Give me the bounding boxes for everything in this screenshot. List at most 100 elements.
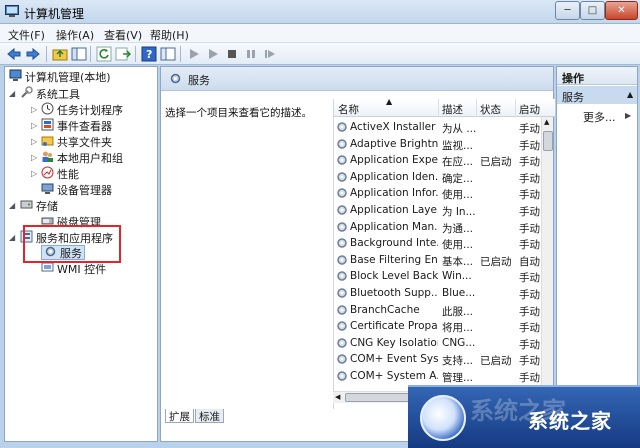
table-row[interactable]: CNG Key Isolation CNG... 手动 — [334, 335, 555, 352]
service-description: 为 In... — [442, 206, 476, 218]
title-bar: 计算机管理 ─ □ ✕ — [0, 0, 640, 24]
expand-arrow-icon[interactable]: ▷ — [31, 121, 37, 130]
column-divider[interactable] — [515, 99, 516, 117]
svg-text:?: ? — [146, 48, 152, 61]
export-list-icon[interactable] — [115, 46, 131, 62]
maximize-button[interactable]: □ — [580, 1, 605, 20]
expand-arrow-icon[interactable]: ▷ — [31, 137, 37, 146]
toolbar: ? — [0, 43, 640, 65]
tree-item-performance[interactable]: 性能 — [41, 166, 79, 181]
service-name: Application Infor... — [350, 187, 438, 200]
scroll-thumb[interactable] — [543, 131, 553, 151]
collapse-arrow-icon[interactable]: ◢ — [9, 233, 15, 242]
computer-icon — [9, 69, 22, 81]
menu-action[interactable]: 操作(A) — [56, 27, 94, 43]
table-row[interactable]: Adaptive Brightn...监视...手动 — [334, 136, 555, 153]
tree-item-device-manager[interactable]: 设备管理器 — [41, 182, 112, 197]
service-status: 已启动 — [480, 355, 512, 368]
tree-item-system-tools[interactable]: 系统工具 — [20, 86, 80, 101]
tree-label: 事件查看器 — [57, 120, 112, 133]
service-status: 已启动 — [480, 255, 512, 268]
pause-service-icon[interactable] — [243, 46, 259, 62]
table-row[interactable]: Application Expe...在应...已启动手动 — [334, 152, 555, 169]
collapse-arrow-icon[interactable]: ◢ — [9, 89, 15, 98]
sort-arrow-icon: ▲ — [386, 99, 393, 106]
shared-folder-icon — [41, 136, 54, 146]
tree-item-shared-folders[interactable]: 共享文件夹 — [41, 134, 112, 149]
table-row[interactable]: Application Laye... 为 In... 手动 — [334, 202, 555, 219]
performance-icon — [41, 166, 54, 179]
more-actions-link[interactable]: 更多... — [583, 109, 616, 125]
start-service-alt-icon[interactable] — [205, 46, 221, 62]
restart-service-icon[interactable] — [262, 46, 278, 62]
refresh-icon[interactable] — [96, 46, 112, 62]
table-row[interactable]: Bluetooth Supp... Blue... 手动 — [334, 285, 555, 302]
close-button[interactable]: ✕ — [605, 1, 638, 20]
table-row[interactable]: Application Man... 为通... 手动 — [334, 219, 555, 236]
help-icon[interactable]: ? — [141, 46, 157, 62]
table-row[interactable]: ActiveX Installer ...为从 ...手动 — [334, 119, 555, 136]
tree-item-wmi[interactable]: WMI 控件 — [41, 261, 106, 276]
tree-item-root[interactable]: 计算机管理(本地) — [9, 69, 111, 84]
column-divider[interactable] — [476, 99, 477, 117]
gear-icon — [337, 338, 347, 348]
service-name: Application Expe... — [350, 154, 438, 167]
stop-service-icon[interactable] — [224, 46, 240, 62]
gear-icon — [337, 288, 347, 298]
service-name: Application Iden... — [350, 170, 438, 183]
gear-icon — [170, 73, 181, 84]
start-service-icon[interactable] — [186, 46, 202, 62]
expand-arrow-icon[interactable]: ▷ — [31, 169, 37, 178]
show-hide-tree-icon[interactable] — [71, 46, 87, 62]
tree-label: 设备管理器 — [57, 184, 112, 197]
service-name: Background Inte... — [350, 237, 438, 250]
table-row[interactable]: BranchCache 此服... 手动 — [334, 302, 555, 319]
device-manager-icon — [41, 183, 54, 194]
scroll-up-arrow-icon[interactable]: ▲ — [544, 118, 549, 126]
minimize-button[interactable]: ─ — [555, 1, 580, 20]
service-name: Adaptive Brightn... — [350, 137, 438, 150]
tree-label: 计算机管理(本地) — [25, 71, 111, 84]
expand-arrow-icon[interactable]: ▷ — [31, 105, 37, 114]
tree-item-event-viewer[interactable]: 事件查看器 — [41, 118, 112, 133]
column-divider[interactable] — [438, 99, 439, 117]
actions-group-services[interactable]: 服务 ▲ — [557, 86, 637, 104]
table-row[interactable]: Certificate Propa... 将用... 手动 — [334, 318, 555, 335]
table-row[interactable]: Application Iden... 确定... 手动 — [334, 169, 555, 186]
tree-item-task-scheduler[interactable]: 任务计划程序 — [41, 102, 123, 117]
menu-view[interactable]: 查看(V) — [104, 27, 142, 43]
toolbar-separator — [46, 46, 47, 62]
tree-item-local-users[interactable]: 本地用户和组 — [41, 150, 123, 165]
service-description: 使用... — [442, 239, 474, 252]
column-header-name[interactable]: 名称 — [338, 102, 359, 117]
tab-extended[interactable]: 扩展 — [165, 409, 194, 423]
up-folder-icon[interactable] — [52, 46, 68, 62]
tree-label: WMI 控件 — [57, 263, 107, 276]
scroll-left-arrow-icon[interactable]: ◀ — [335, 393, 340, 401]
table-row[interactable]: Block Level Back...Win...手动 — [334, 268, 555, 285]
service-name: Application Man... — [350, 220, 438, 233]
table-row[interactable]: Base Filtering En...基本...已启动自动 — [334, 252, 555, 269]
menu-help[interactable]: 帮助(H) — [150, 27, 189, 43]
back-arrow-icon[interactable] — [6, 46, 22, 62]
properties-icon[interactable] — [160, 46, 176, 62]
actions-group-label: 服务 — [562, 91, 584, 104]
expand-arrow-icon[interactable]: ▷ — [31, 153, 37, 162]
tab-standard[interactable]: 标准 — [195, 409, 224, 423]
storage-icon — [20, 200, 33, 209]
table-row[interactable]: COM+ Event Sys...支持...已启动手动 — [334, 351, 555, 368]
column-header-status[interactable]: 状态 — [480, 102, 501, 117]
table-row[interactable]: Background Inte... 使用... 手动 — [334, 235, 555, 252]
collapse-arrow-icon[interactable]: ◢ — [9, 201, 15, 210]
forward-arrow-icon[interactable] — [25, 46, 41, 62]
tree-item-storage[interactable]: 存储 — [20, 198, 58, 213]
collapse-arrow-icon[interactable]: ▲ — [627, 90, 633, 99]
table-row[interactable]: COM+ System A... 管理... 手动 — [334, 368, 555, 385]
table-row[interactable]: Application Infor... 使用... 手动 — [334, 185, 555, 202]
toolbar-separator — [135, 46, 136, 62]
column-header-startup[interactable]: 启动 — [519, 102, 540, 117]
menu-file[interactable]: 文件(F) — [8, 27, 45, 43]
vertical-scrollbar[interactable]: ▲ — [541, 117, 553, 407]
column-header-description[interactable]: 描述 — [442, 102, 463, 117]
submenu-arrow-icon: ▶ — [625, 111, 632, 120]
